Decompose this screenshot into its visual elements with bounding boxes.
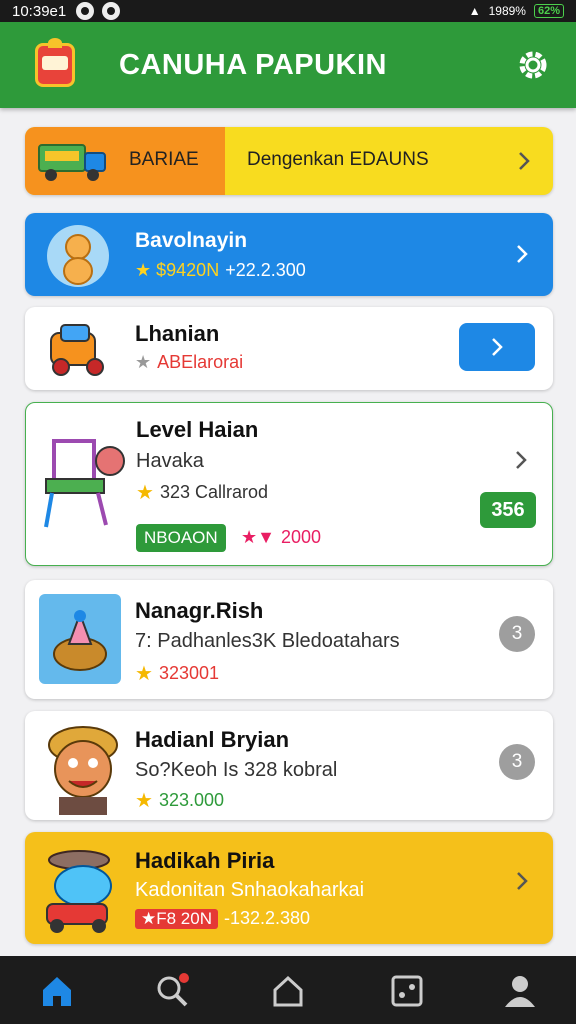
item-title: Hadikah Piria — [135, 848, 275, 873]
list-item[interactable]: Lhanian ★ ABElarorai — [25, 307, 553, 390]
item-rating: 323001 — [158, 663, 220, 683]
item-meta: ★F8 20N -132.2.380 — [135, 908, 310, 929]
notification-icon — [76, 2, 95, 20]
item-subtitle: So?Keoh Is 328 kobral — [135, 759, 338, 781]
item-subtitle: Kadonitan Snhaokaharkai — [135, 879, 365, 901]
item-title: Hadianl Bryian — [135, 727, 290, 752]
profile-icon[interactable] — [502, 973, 538, 1009]
promo-banner[interactable]: BARIAE Dengenkan EDAUNS — [25, 127, 553, 195]
item-subtitle: 7: Padhanles3K Bledoatahars — [135, 630, 400, 652]
item-price: 2000 — [280, 527, 321, 547]
item-thumbnail — [39, 594, 121, 684]
battery-indicator: 62% — [533, 4, 564, 18]
item-rating: ★ $9420N — [135, 260, 220, 280]
item-title: Nanagr.Rish — [135, 598, 264, 623]
list-item[interactable]: Level Haian Havaka ★ 323 Callrarod 356 N… — [25, 402, 553, 566]
character-avatar — [48, 726, 118, 815]
item-price-row: ★▼ 2000 — [241, 527, 321, 547]
item-rating: 323 Callrarod — [159, 482, 268, 502]
item-title: Level Haian — [136, 417, 259, 442]
app-logo — [35, 38, 75, 87]
app-title: CANUHA PAPUKIN — [119, 48, 387, 81]
list-item[interactable]: Nanagr.Rish 7: Padhanles3K Bledoatahars … — [25, 580, 553, 699]
search-icon[interactable] — [154, 973, 190, 1009]
list-item[interactable]: Bavolnayin ★ $9420N +22.2.300 — [25, 213, 553, 296]
item-subtitle: Havaka — [136, 450, 204, 472]
truck-icon — [38, 144, 106, 181]
character-avatar — [47, 225, 109, 287]
signal-text: 1989% — [488, 4, 526, 18]
app-bar: CANUHA PAPUKIN — [0, 22, 576, 108]
status-time: 10:39e1 — [12, 2, 67, 20]
chevron-right-icon[interactable] — [510, 449, 532, 471]
item-tag: NBOAON — [136, 524, 226, 552]
item-rating: ABElarorai — [157, 352, 244, 372]
item-rating: 323.000 — [158, 790, 225, 810]
settings-icon[interactable] — [516, 48, 550, 82]
character-avatar — [46, 850, 112, 933]
puzzle-icon[interactable] — [389, 973, 425, 1009]
count-badge: 3 — [499, 744, 535, 780]
list-item[interactable]: Hadianl Bryian So?Keoh Is 328 kobral ★ 3… — [25, 711, 553, 820]
item-tag: ★F8 20N — [135, 908, 218, 929]
wifi-icon: ▲ — [468, 4, 481, 18]
item-title: Lhanian — [135, 321, 220, 346]
home-icon[interactable] — [39, 973, 75, 1009]
chevron-right-icon[interactable] — [511, 870, 533, 892]
count-badge: 3 — [499, 616, 535, 652]
chevron-right-icon[interactable] — [513, 150, 535, 172]
status-bar: 10:39e1 ▲ 1989% 62% — [0, 0, 576, 22]
banner-label: BARIAE — [129, 149, 199, 170]
item-title: Bavolnayin — [135, 229, 248, 252]
item-meta: ★ $9420N +22.2.300 — [135, 260, 306, 281]
item-meta: ★ 323 Callrarod — [136, 482, 268, 504]
chevron-right-icon — [492, 338, 503, 356]
item-meta: ★ 323001 — [135, 663, 220, 685]
house-icon[interactable] — [270, 973, 306, 1009]
list-item[interactable]: Hadikah Piria Kadonitan Snhaokaharkai ★F… — [25, 832, 553, 944]
item-price: -132.2.380 — [224, 908, 311, 928]
banner-message: Dengenkan EDAUNS — [247, 149, 429, 170]
chevron-right-icon[interactable] — [511, 243, 533, 265]
item-meta: ★ ABElarorai — [135, 352, 244, 372]
count-badge: 356 — [480, 492, 536, 528]
chair-icon — [44, 439, 125, 528]
notification-icon — [102, 2, 121, 20]
item-meta: ★ 323.000 — [135, 790, 225, 812]
open-button[interactable] — [459, 323, 535, 371]
vehicle-icon — [50, 324, 104, 376]
bottom-navigation — [0, 956, 576, 1024]
item-price: +22.2.300 — [225, 260, 306, 280]
